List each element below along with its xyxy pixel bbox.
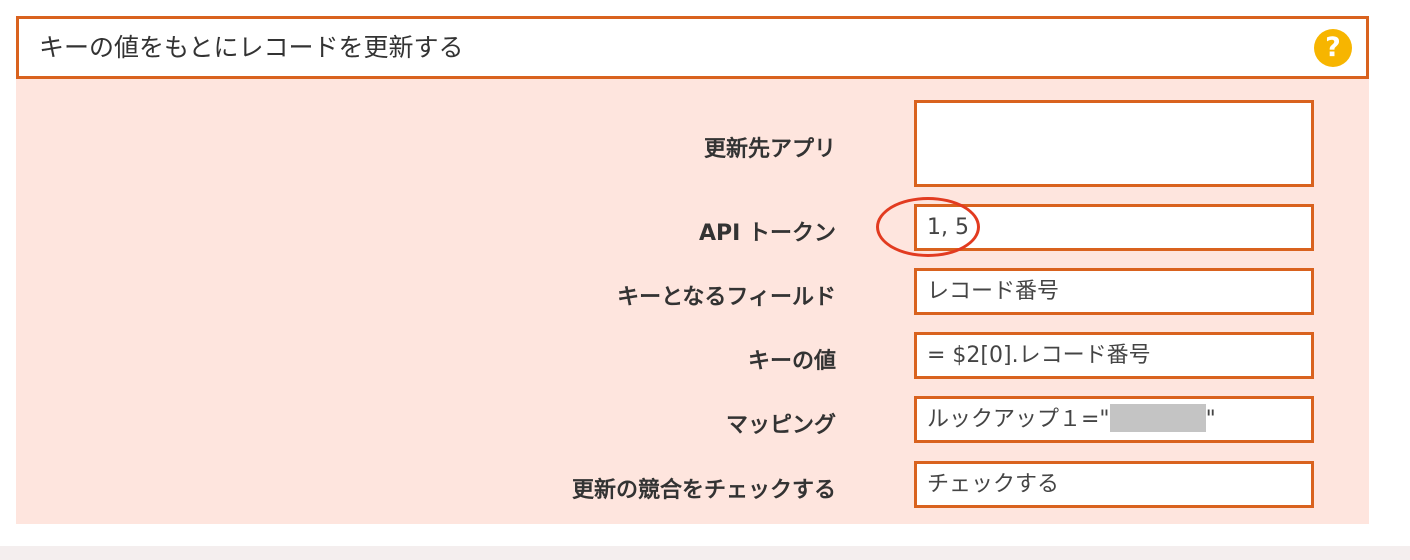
section-header: キーの値をもとにレコードを更新する ?	[16, 16, 1369, 79]
key-field-input[interactable]: レコード番号	[914, 268, 1314, 315]
target-app-field[interactable]	[914, 100, 1314, 187]
conflict-check-value: チェックする	[927, 472, 1060, 497]
row-label-key-field: キーとなるフィールド	[617, 285, 836, 310]
mapping-input[interactable]: ルックアップ１=" "	[914, 396, 1314, 443]
annotation-circle	[876, 197, 980, 257]
mapping-value-prefix: ルックアップ１="	[927, 407, 1110, 432]
row-label-key-value: キーの値	[747, 349, 836, 374]
mapping-value-suffix: "	[1205, 407, 1216, 432]
key-value-value: = $2[0].レコード番号	[927, 343, 1151, 368]
conflict-check-input[interactable]: チェックする	[914, 461, 1314, 508]
settings-panel: 更新先アプリ API トークン 1, 5 キーとなるフィールド レコード番号 キ…	[16, 79, 1369, 524]
redacted-block	[1109, 404, 1206, 432]
row-label-target-app: 更新先アプリ	[703, 137, 836, 162]
key-field-value: レコード番号	[927, 279, 1060, 304]
bottom-divider	[0, 546, 1410, 560]
mapping-value: ルックアップ１=" "	[927, 399, 1216, 440]
key-value-input[interactable]: = $2[0].レコード番号	[914, 332, 1314, 379]
help-icon[interactable]: ?	[1314, 29, 1352, 67]
row-label-conflict-check: 更新の競合をチェックする	[571, 478, 836, 503]
row-label-mapping: マッピング	[725, 413, 836, 438]
row-label-api-token: API トークン	[699, 221, 836, 246]
section-title: キーの値をもとにレコードを更新する	[39, 33, 464, 62]
